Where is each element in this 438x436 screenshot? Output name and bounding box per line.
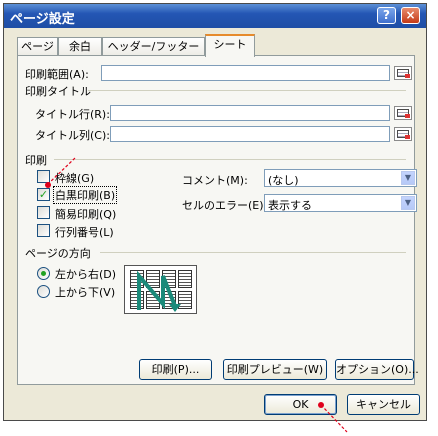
tab-sheet[interactable]: シート	[205, 34, 255, 57]
annotation-overlay	[45, 157, 348, 433]
